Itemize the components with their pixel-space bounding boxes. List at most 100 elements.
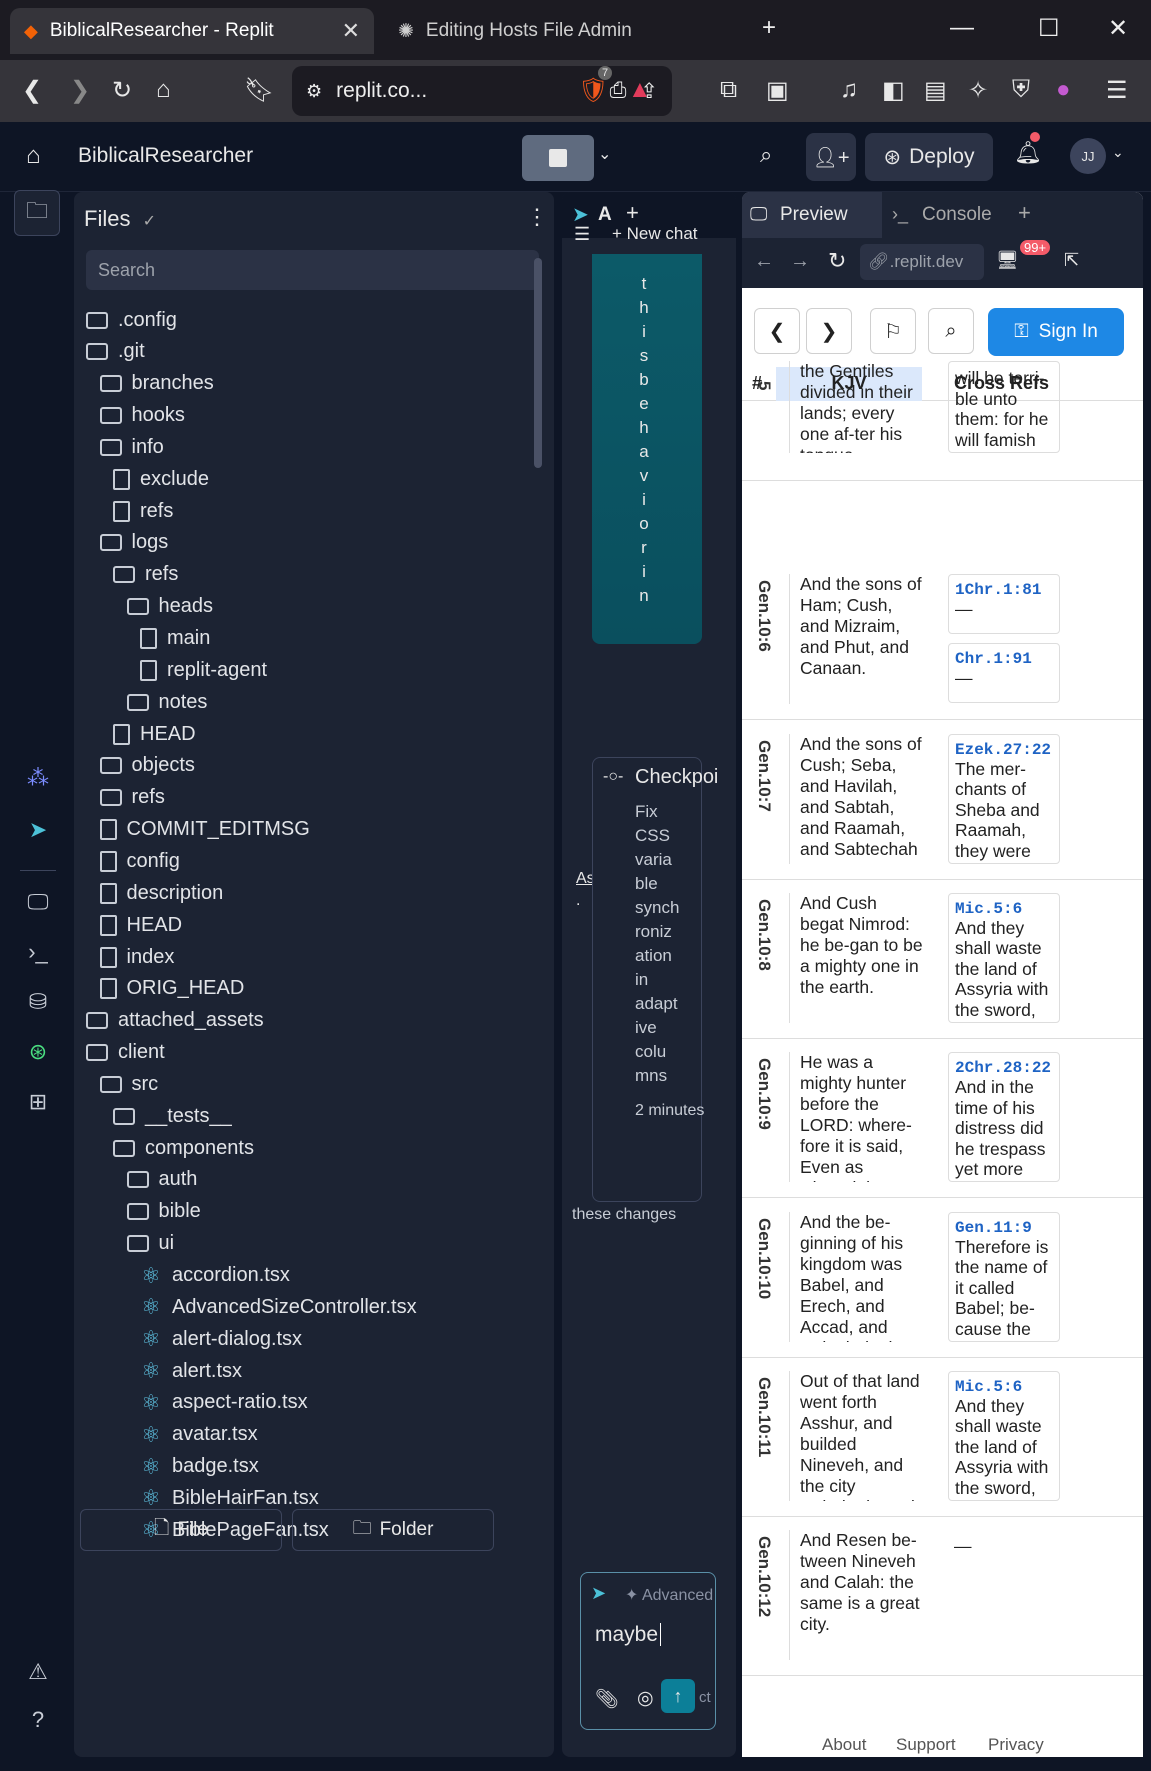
invite-button[interactable]: 👤︎+ — [806, 133, 856, 181]
footer-support[interactable]: Support — [896, 1735, 956, 1755]
attach-icon[interactable]: 📎︎ — [595, 1687, 619, 1711]
deployments-tool-icon[interactable]: ⊛ — [22, 1036, 54, 1068]
scrollbar[interactable] — [534, 258, 542, 468]
folder-item[interactable]: src — [99, 1068, 158, 1100]
file-item[interactable]: ⚛ accordion.tsx — [140, 1260, 290, 1292]
cross-ref-card[interactable]: Mic.5:6 And they shall waste the land of … — [948, 1370, 1060, 1501]
cross-ref-link[interactable]: Gen.11:9 — [955, 1219, 1053, 1237]
file-item[interactable]: replit-agent — [140, 654, 267, 686]
extensions-icon[interactable]: ⧉ — [720, 76, 737, 104]
search-button[interactable]: ⌕ — [928, 308, 974, 354]
cross-ref-card[interactable]: Chr.1:91— — [948, 643, 1060, 704]
files-tool-icon[interactable]: 🗀 — [14, 190, 60, 236]
console-tool-icon[interactable]: ›_ — [22, 936, 54, 968]
cross-ref-card[interactable]: Mic.5:6 And they shall waste the land of … — [948, 892, 1060, 1023]
help-icon[interactable]: ? — [22, 1704, 54, 1736]
folder-item[interactable]: heads — [126, 591, 213, 623]
footer-about[interactable]: About — [822, 1735, 866, 1755]
verse-reference[interactable]: Gen.10:9 — [750, 1058, 778, 1178]
new-tab-icon[interactable]: + — [626, 200, 639, 226]
file-item[interactable]: exclude — [113, 463, 209, 495]
brave-rewards-icon[interactable]: ▲ — [628, 76, 652, 104]
verse-reference[interactable]: Gen.10:11 — [750, 1377, 778, 1497]
verse-reference[interactable]: Gen.10:10 — [750, 1218, 778, 1338]
search-input[interactable]: Search — [86, 250, 539, 290]
file-item[interactable]: config — [99, 845, 180, 877]
file-item[interactable]: COMMIT_EDITMSG — [99, 814, 310, 846]
message-input[interactable]: maybe — [595, 1623, 662, 1647]
file-item[interactable]: ⚛ avatar.tsx — [140, 1419, 257, 1451]
folder-item[interactable]: auth — [126, 1164, 197, 1196]
footer-privacy[interactable]: Privacy — [988, 1735, 1044, 1755]
forward-icon[interactable]: ❯ — [70, 76, 90, 105]
home-icon[interactable]: ⌂ — [156, 76, 171, 104]
forward-icon[interactable]: → — [790, 250, 810, 273]
file-item[interactable]: index — [99, 941, 174, 973]
install-icon[interactable]: ⎙ — [610, 79, 627, 103]
cross-ref-link[interactable]: Mic.5:6 — [955, 1378, 1053, 1396]
page-back-button[interactable]: ❮ — [754, 308, 800, 354]
folder-item[interactable]: hooks — [99, 400, 185, 432]
send-button[interactable]: ↑ — [661, 1679, 695, 1713]
cross-ref-link[interactable]: Chr.1:91 — [955, 650, 1053, 668]
all-tools-icon[interactable]: ⊞ — [22, 1086, 54, 1118]
file-item[interactable]: refs — [113, 495, 173, 527]
folder-item[interactable]: logs — [99, 527, 168, 559]
deploy-button[interactable]: ⊛ Deploy — [865, 133, 993, 181]
folder-item[interactable]: .git — [86, 336, 145, 368]
kebab-menu-icon[interactable]: ⋮ — [526, 204, 548, 230]
folder-item[interactable]: __tests__ — [113, 1100, 232, 1132]
page-forward-button[interactable]: ❯ — [806, 308, 852, 354]
cross-ref-card[interactable]: 2Chr.28:22 And in the time of his distres… — [948, 1052, 1060, 1183]
menu-icon[interactable]: ☰ — [1106, 76, 1128, 105]
reload-icon[interactable]: ↻ — [828, 248, 846, 274]
leo-ai-icon[interactable]: ✧ — [968, 76, 988, 105]
file-item[interactable]: ⚛ badge.tsx — [140, 1451, 259, 1483]
folder-item[interactable]: refs — [113, 559, 178, 591]
file-item[interactable]: ⚛ AdvancedSizeController.tsx — [140, 1291, 416, 1323]
folder-item[interactable]: client — [86, 1037, 165, 1069]
cross-ref-card[interactable]: — — [948, 1530, 1060, 1660]
brave-shields-icon[interactable]: 🛡︎ — [578, 76, 608, 105]
notifications-icon[interactable]: 🔔︎ — [1014, 140, 1042, 166]
agent-tool-icon[interactable]: ⁂ — [22, 762, 54, 794]
history-icon[interactable]: ☰ — [574, 224, 590, 245]
new-folder-button[interactable]: 🗀 Folder — [292, 1509, 494, 1551]
file-item[interactable]: ORIG_HEAD — [99, 973, 244, 1005]
bookmark-button[interactable]: ⚐ — [870, 308, 916, 354]
reload-icon[interactable]: ↻ — [112, 76, 132, 105]
cross-ref-card[interactable]: 1Chr.1:81— — [948, 574, 1060, 635]
account-chevron-icon[interactable]: ⌄ — [1112, 144, 1124, 161]
profile-icon[interactable]: ● — [1056, 76, 1071, 104]
sidebar-icon[interactable]: ◧ — [882, 76, 905, 105]
verse-reference[interactable]: Gen.10:8 — [750, 899, 778, 1019]
verse-reference[interactable]: 5 — [750, 381, 778, 501]
stop-button[interactable] — [522, 135, 594, 181]
file-item[interactable]: main — [140, 623, 210, 655]
close-window-icon[interactable]: ✕ — [1108, 14, 1128, 43]
browser-tab-chatgpt[interactable]: ✺ Editing Hosts File Admin — [384, 8, 744, 54]
back-icon[interactable]: ← — [754, 250, 774, 273]
browser-tab-replit[interactable]: ◆ BiblicalResearcher - Replit ✕ — [10, 8, 374, 54]
file-item[interactable]: ⚛ aspect-ratio.tsx — [140, 1387, 307, 1419]
search-icon[interactable]: ⌕ — [760, 142, 772, 168]
devices-icon[interactable]: 🖥︎ — [996, 250, 1019, 271]
maximize-icon[interactable]: ☐ — [1038, 14, 1060, 43]
home-icon[interactable]: ⌂ — [26, 142, 41, 170]
open-external-icon[interactable]: ⇱ — [1064, 250, 1079, 271]
database-tool-icon[interactable]: ⛁ — [22, 986, 54, 1018]
vpn-icon[interactable]: ⛨ — [1012, 76, 1030, 104]
folder-item[interactable]: branches — [99, 368, 214, 400]
bookmark-icon[interactable]: 🔖︎ — [244, 76, 274, 105]
chevron-down-icon[interactable]: ⌄ — [598, 144, 611, 164]
verse-reference[interactable]: Gen.10:12 — [750, 1536, 778, 1656]
folder-item[interactable]: bible — [126, 1196, 201, 1228]
project-name[interactable]: BiblicalResearcher — [78, 144, 253, 168]
reader-icon[interactable]: ▣ — [766, 76, 789, 105]
assistant-tool-icon[interactable]: ➤ — [22, 814, 54, 846]
new-chat-button[interactable]: + New chat — [612, 224, 698, 244]
cross-ref-link[interactable]: Ezek.27:22 — [955, 741, 1053, 759]
close-tab-icon[interactable]: ✕ — [342, 18, 360, 44]
file-item[interactable]: ⚛ alert.tsx — [140, 1355, 242, 1387]
folder-item[interactable]: info — [99, 431, 164, 463]
